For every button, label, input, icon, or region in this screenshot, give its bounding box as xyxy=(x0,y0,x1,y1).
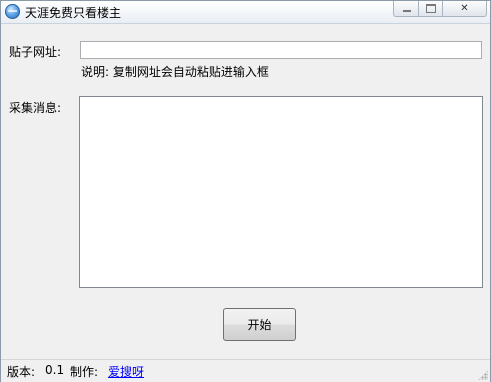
version-value: 0.1 xyxy=(45,363,65,377)
url-label: 贴子网址: xyxy=(9,45,62,59)
messages-textarea[interactable] xyxy=(79,96,483,288)
minimize-icon xyxy=(402,10,411,12)
maximize-button[interactable] xyxy=(418,1,444,17)
messages-label: 采集消息: xyxy=(9,101,62,115)
window-title: 天涯免费只看楼主 xyxy=(25,6,122,20)
resize-grip-icon[interactable] xyxy=(478,370,488,380)
version-label: 版本: xyxy=(7,365,36,379)
main-window: 天涯免费只看楼主 ✕ 贴子网址: 说明: 复制网址会自动粘贴进输入框 采集消息:… xyxy=(0,0,491,382)
minimize-button[interactable] xyxy=(393,1,420,17)
close-icon: ✕ xyxy=(460,2,469,14)
author-link[interactable]: 爱搜呀 xyxy=(108,363,144,380)
url-input[interactable] xyxy=(80,41,482,59)
url-hint: 说明: 复制网址会自动粘贴进输入框 xyxy=(81,65,269,79)
status-bar: 版本: 0.1 制作: 爱搜呀 xyxy=(1,359,490,382)
maximize-icon xyxy=(426,4,436,13)
author-label: 制作: xyxy=(70,365,99,379)
start-button[interactable]: 开始 xyxy=(223,308,296,341)
close-button[interactable]: ✕ xyxy=(442,1,487,17)
app-globe-icon xyxy=(5,4,20,19)
title-bar[interactable]: 天涯免费只看楼主 ✕ xyxy=(1,1,490,24)
